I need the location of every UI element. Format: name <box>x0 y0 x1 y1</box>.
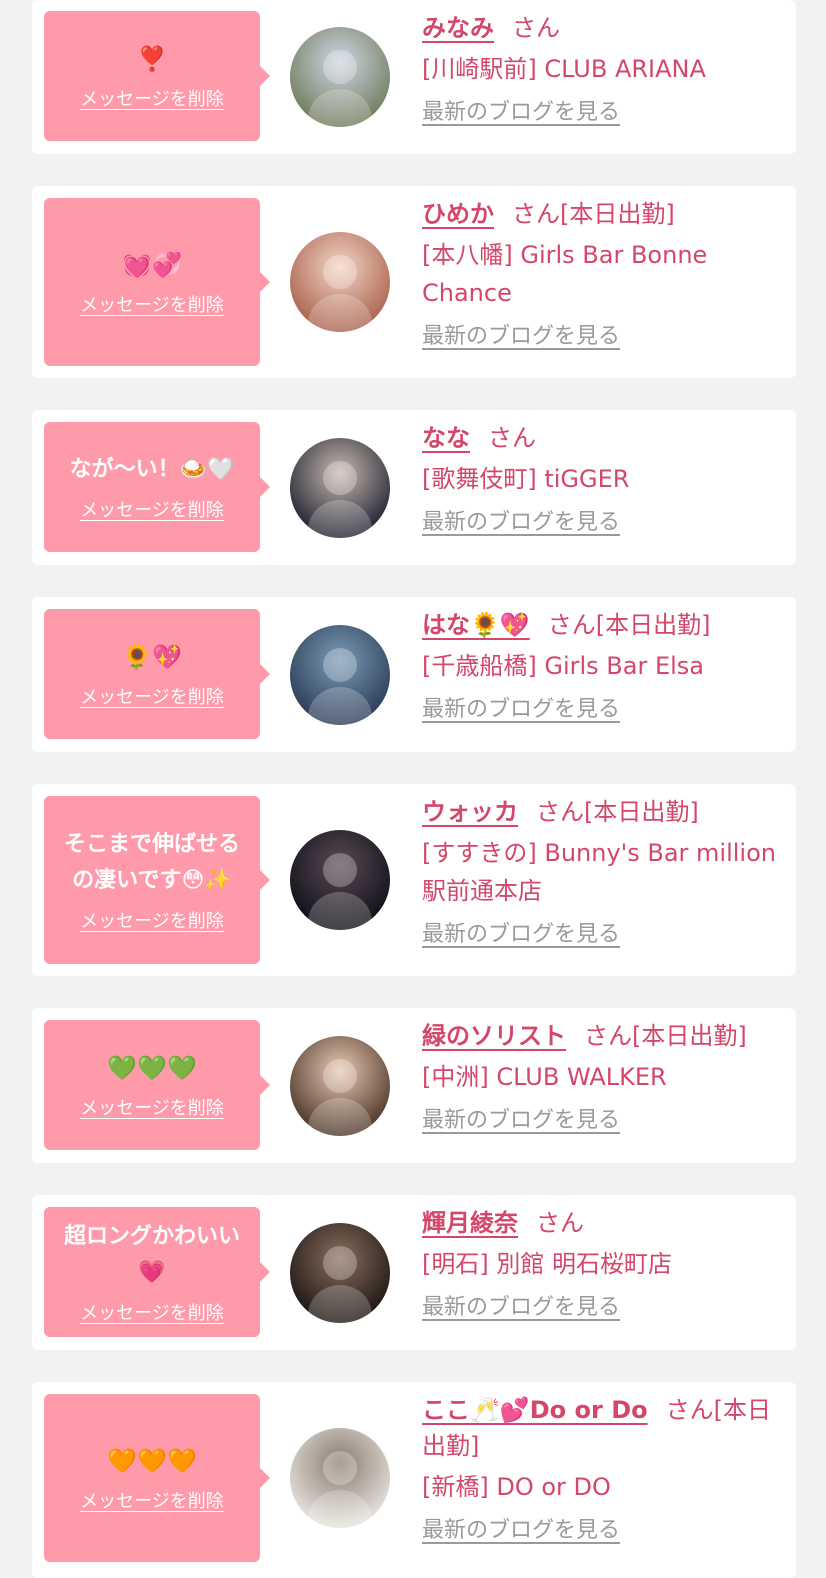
shop-name: [明石] 別館 明石桜町店 <box>422 1250 672 1278</box>
latest-blog-link[interactable]: 最新のブログを見る <box>422 1289 620 1327</box>
delete-message-link[interactable]: メッセージを削除 <box>80 291 224 317</box>
avatar[interactable] <box>290 830 390 930</box>
message-card: なが〜い！🍛🤍 メッセージを削除 なな さん [歌舞伎町] tiGGER 最新のブログを見… <box>32 410 796 565</box>
message-text: 💚💚💚 <box>107 1054 197 1082</box>
cast-name-link[interactable]: 緑のソリスト <box>422 1022 566 1050</box>
name-line: ひめか さん[本日出勤] <box>422 196 782 232</box>
name-line: 輝月綾奈 さん <box>422 1205 782 1241</box>
message-bubble: 💚💚💚 メッセージを削除 <box>44 1020 270 1150</box>
delete-message-link[interactable]: メッセージを削除 <box>80 1487 224 1513</box>
name-line: みなみ さん <box>422 10 782 46</box>
message-bubble: なが〜い！🍛🤍 メッセージを削除 <box>44 422 270 552</box>
latest-blog-link[interactable]: 最新のブログを見る <box>422 1512 620 1550</box>
name-line: ここ🥂💕Do or Do さん[本日出勤] <box>422 1392 782 1464</box>
message-card: 🧡🧡🧡 メッセージを削除 ここ🥂💕Do or Do さん[本日出勤] [新橋] DO o… <box>32 1382 796 1578</box>
delete-message-link[interactable]: メッセージを削除 <box>80 683 224 709</box>
message-bubble: 超ロングかわいい 💗 メッセージを削除 <box>44 1207 270 1337</box>
favorite-message-list: ❣️ メッセージを削除 みなみ さん [川崎駅前] CLUB ARIANA 最新のブログを… <box>0 0 826 1578</box>
avatar[interactable] <box>290 1428 390 1528</box>
latest-blog-link[interactable]: 最新のブログを見る <box>422 318 620 356</box>
shop-name: [中洲] CLUB WALKER <box>422 1063 667 1091</box>
person-photo-icon <box>308 648 372 725</box>
message-bubble: 🌻💖 メッセージを削除 <box>44 609 270 739</box>
latest-blog-link[interactable]: 最新のブログを見る <box>422 504 620 542</box>
honorific-status: さん <box>488 424 536 452</box>
person-photo-icon <box>308 255 372 332</box>
cast-info: はな🌻💖 さん[本日出勤] [千歳船橋] Girls Bar Elsa 最新のブログを… <box>422 607 782 729</box>
shop-name: [すすきの] Bunny's Bar million 駅前通本店 <box>422 839 776 905</box>
cast-name-link[interactable]: みなみ <box>422 14 494 42</box>
shop-name: [川崎駅前] CLUB ARIANA <box>422 55 706 83</box>
delete-message-link[interactable]: メッセージを削除 <box>80 1094 224 1120</box>
name-line: はな🌻💖 さん[本日出勤] <box>422 607 782 643</box>
delete-message-link[interactable]: メッセージを削除 <box>80 907 224 933</box>
cast-name-link[interactable]: なな <box>422 424 470 452</box>
person-photo-icon <box>308 853 372 930</box>
honorific-status: さん[本日出勤] <box>547 611 711 639</box>
message-bubble: 💓💞 メッセージを削除 <box>44 198 270 366</box>
message-bubble: そこまで伸ばせる の凄いです😳✨ メッセージを削除 <box>44 796 270 964</box>
message-card: そこまで伸ばせる の凄いです😳✨ メッセージを削除 ウォッカ さん[本日出勤] [すすき… <box>32 784 796 976</box>
person-photo-icon <box>308 1451 372 1528</box>
message-text: 💓💞 <box>122 251 182 279</box>
message-card: 🌻💖 メッセージを削除 はな🌻💖 さん[本日出勤] [千歳船橋] Girls Bar E… <box>32 597 796 752</box>
message-card: 超ロングかわいい 💗 メッセージを削除 輝月綾奈 さん [明石] 別館 明石桜町店最新の… <box>32 1195 796 1350</box>
message-card: 💓💞 メッセージを削除 ひめか さん[本日出勤] [本八幡] Girls Bar Bon… <box>32 186 796 378</box>
latest-blog-link[interactable]: 最新のブログを見る <box>422 94 620 132</box>
person-photo-icon <box>308 1059 372 1136</box>
message-text: 超ロングかわいい 💗 <box>63 1224 240 1285</box>
delete-message-link[interactable]: メッセージを削除 <box>80 85 224 111</box>
cast-info: ここ🥂💕Do or Do さん[本日出勤] [新橋] DO or DO 最新のブログを… <box>422 1392 782 1550</box>
cast-info: ウォッカ さん[本日出勤] [すすきの] Bunny's Bar million 駅… <box>422 794 782 954</box>
message-card: 💚💚💚 メッセージを削除 緑のソリスト さん[本日出勤] [中洲] CLUB WALKE… <box>32 1008 796 1163</box>
message-card: ❣️ メッセージを削除 みなみ さん [川崎駅前] CLUB ARIANA 最新のブログを… <box>32 0 796 154</box>
name-line: ウォッカ さん[本日出勤] <box>422 794 782 830</box>
person-photo-icon <box>308 50 372 127</box>
delete-message-link[interactable]: メッセージを削除 <box>80 496 224 522</box>
message-text: なが〜い！🍛🤍 <box>69 457 235 482</box>
honorific-status: さん[本日出勤] <box>536 798 699 826</box>
latest-blog-link[interactable]: 最新のブログを見る <box>422 1102 620 1140</box>
shop-name: [新橋] DO or DO <box>422 1473 611 1501</box>
avatar[interactable] <box>290 1036 390 1136</box>
honorific-status: さん[本日出勤] <box>584 1022 747 1050</box>
message-text: 🌻💖 <box>122 643 182 671</box>
message-bubble: 🧡🧡🧡 メッセージを削除 <box>44 1394 270 1562</box>
cast-info: 輝月綾奈 さん [明石] 別館 明石桜町店最新のブログを見る <box>422 1205 782 1327</box>
cast-info: 緑のソリスト さん[本日出勤] [中洲] CLUB WALKER 最新のブログを見る <box>422 1018 782 1140</box>
shop-name: [本八幡] Girls Bar Bonne Chance <box>422 241 708 307</box>
delete-message-link[interactable]: メッセージを削除 <box>80 1299 224 1325</box>
cast-info: なな さん [歌舞伎町] tiGGER 最新のブログを見る <box>422 420 782 542</box>
avatar[interactable] <box>290 232 390 332</box>
latest-blog-link[interactable]: 最新のブログを見る <box>422 691 620 729</box>
cast-name-link[interactable]: ひめか <box>422 200 494 228</box>
avatar[interactable] <box>290 438 390 538</box>
avatar[interactable] <box>290 1223 390 1323</box>
shop-name: [千歳船橋] Girls Bar Elsa <box>422 652 704 680</box>
name-line: 緑のソリスト さん[本日出勤] <box>422 1018 782 1054</box>
person-photo-icon <box>308 461 372 538</box>
shop-name: [歌舞伎町] tiGGER <box>422 465 630 493</box>
cast-name-link[interactable]: ウォッカ <box>422 798 518 826</box>
message-text: そこまで伸ばせる の凄いです😳✨ <box>63 832 240 893</box>
honorific-status: さん <box>536 1209 584 1237</box>
avatar[interactable] <box>290 27 390 127</box>
cast-name-link[interactable]: はな🌻💖 <box>422 611 530 639</box>
message-bubble: ❣️ メッセージを削除 <box>44 11 270 141</box>
honorific-status: さん[本日出勤] <box>512 200 675 228</box>
avatar[interactable] <box>290 625 390 725</box>
cast-info: ひめか さん[本日出勤] [本八幡] Girls Bar Bonne Chance 最… <box>422 196 782 356</box>
honorific-status: さん <box>512 14 560 42</box>
cast-name-link[interactable]: ここ🥂💕Do or Do <box>422 1396 648 1424</box>
person-photo-icon <box>308 1246 372 1323</box>
message-text: 🧡🧡🧡 <box>107 1447 197 1475</box>
message-text: ❣️ <box>137 45 167 73</box>
latest-blog-link[interactable]: 最新のブログを見る <box>422 916 620 954</box>
name-line: なな さん <box>422 420 782 456</box>
cast-name-link[interactable]: 輝月綾奈 <box>422 1209 518 1237</box>
cast-info: みなみ さん [川崎駅前] CLUB ARIANA 最新のブログを見る <box>422 10 782 132</box>
